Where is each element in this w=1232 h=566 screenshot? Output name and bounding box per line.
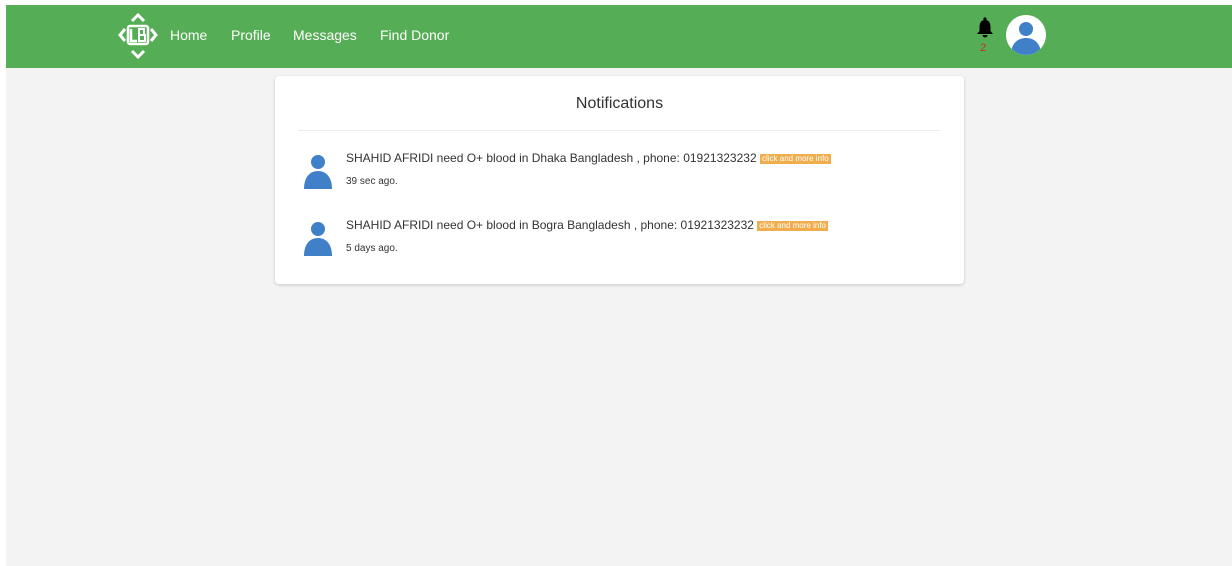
notification-bell[interactable] — [976, 17, 994, 39]
notification-message: SHAHID AFRIDI need O+ blood in Bogra Ban… — [346, 218, 754, 232]
nav-messages[interactable]: Messages — [293, 27, 357, 43]
bell-icon — [977, 17, 993, 38]
notification-item: SHAHID AFRIDI need O+ blood in Bogra Ban… — [298, 218, 940, 274]
site-logo[interactable] — [118, 11, 158, 61]
notification-text: SHAHID AFRIDI need O+ blood in Dhaka Ban… — [346, 151, 831, 165]
lb-logo-icon — [118, 12, 158, 60]
notification-message: SHAHID AFRIDI need O+ blood in Dhaka Ban… — [346, 151, 757, 165]
more-info-button[interactable]: click and more info — [759, 154, 831, 164]
top-navbar: Home Profile Messages Find Donor 2 — [6, 5, 1232, 68]
notifications-panel: Notifications SHAHID AFRIDI need O+ bloo… — [275, 76, 964, 284]
user-avatar[interactable] — [1006, 15, 1046, 55]
panel-divider — [298, 130, 940, 131]
notification-time: 5 days ago. — [346, 243, 398, 254]
panel-title: Notifications — [575, 95, 664, 112]
notification-time: 39 sec ago. — [346, 176, 398, 187]
nav-home[interactable]: Home — [170, 27, 207, 43]
nav-find-donor[interactable]: Find Donor — [380, 27, 449, 43]
user-avatar-icon — [304, 222, 332, 256]
user-avatar-icon — [304, 155, 332, 189]
nav-profile[interactable]: Profile — [231, 27, 271, 43]
page-viewport: Home Profile Messages Find Donor 2 Notif… — [6, 5, 1232, 566]
notification-text: SHAHID AFRIDI need O+ blood in Bogra Ban… — [346, 218, 828, 232]
user-avatar-icon — [1006, 15, 1046, 55]
more-info-button[interactable]: click and more info — [757, 221, 828, 231]
notification-count-badge: 2 — [980, 42, 987, 54]
notification-item: SHAHID AFRIDI need O+ blood in Dhaka Ban… — [298, 151, 940, 207]
